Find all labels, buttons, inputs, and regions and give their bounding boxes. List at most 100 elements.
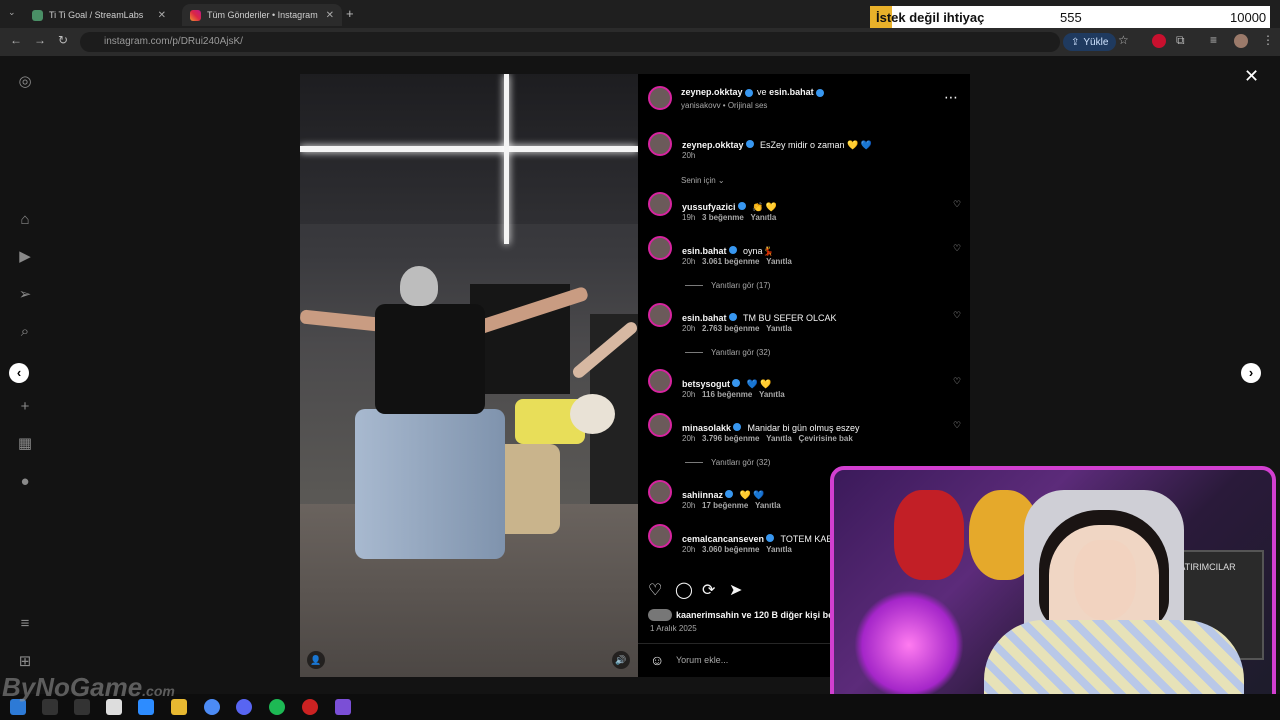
share-icon[interactable]: ➤ [729,580,742,600]
audio-label[interactable]: yanisakovv • Orijinal ses [681,101,767,110]
reply-button[interactable]: Yanıtla [755,501,781,510]
webcam-plush [894,490,964,580]
avatar[interactable] [648,132,672,156]
profile-avatar[interactable] [1234,34,1248,48]
goal-title: İstek değil ihtiyaç [876,10,985,25]
avatar[interactable] [648,524,672,548]
tagged-users-icon[interactable]: 👤 [307,651,325,669]
next-post-button[interactable]: › [1241,363,1261,383]
create-icon[interactable]: + [16,398,34,416]
comment-sort-dropdown[interactable]: Senin için ⌄ [681,176,725,185]
comment-like-icon[interactable]: ♡ [953,376,961,387]
search-icon[interactable]: ⌕ [16,323,34,341]
reels-icon[interactable]: ▶ [16,248,34,266]
avatar[interactable] [648,413,672,437]
reply-button[interactable]: Yanıtla [766,324,792,333]
emoji-picker-icon[interactable]: ☺ [650,652,664,668]
reply-button[interactable]: Yanıtla [759,390,785,399]
taskbar-app-icon[interactable] [335,699,351,715]
verified-badge-icon [766,533,775,542]
avatar[interactable] [648,480,672,504]
tab-instagram[interactable]: Tüm Gönderiler • Instagram ✕ [182,4,342,26]
comment-likes[interactable]: 3 beğenme [702,213,744,222]
comment-icon[interactable]: ◯ [675,580,693,600]
watermark-text: ByNoGame [2,672,143,702]
instagram-logo-icon[interactable]: ◎ [16,73,34,91]
obs-app-icon[interactable] [302,699,318,715]
comment-username[interactable]: esin.bahat [682,246,727,256]
chevron-down-icon: ⌄ [717,176,725,185]
comment-likes[interactable]: 3.060 beğenme [702,545,759,554]
comment-like-icon[interactable]: ♡ [953,420,961,431]
tab-search-chevron-icon[interactable]: ⌄ [8,7,16,18]
more-options-icon[interactable]: ⋯ [944,89,958,106]
extensions-puzzle-icon[interactable]: ⧉ [1176,33,1185,48]
dashboard-icon[interactable]: ▦ [16,435,34,453]
comment-like-icon[interactable]: ♡ [953,243,961,254]
avatar[interactable] [648,303,672,327]
coauthor-username[interactable]: esin.bahat [769,87,814,97]
tab-close-icon[interactable]: ✕ [158,10,166,21]
caption-username[interactable]: zeynep.okktay [682,140,744,150]
home-icon[interactable]: ⌂ [16,211,34,229]
avatar[interactable] [648,369,672,393]
comment-likes[interactable]: 2.763 beğenme [702,324,759,333]
avatar[interactable] [648,192,672,216]
comment-like-icon[interactable]: ♡ [953,310,961,321]
view-replies-button[interactable]: Yanıtları gör (32) [685,348,770,357]
bookmark-star-icon[interactable]: ☆ [1118,33,1129,47]
comment-likes[interactable]: 116 beğenme [702,390,752,399]
dancer-figure [400,266,438,306]
profile-nav-avatar[interactable]: ● [16,473,34,491]
previous-post-button[interactable]: ‹ [9,363,29,383]
like-icon[interactable]: ♡ [648,580,662,600]
messages-icon[interactable]: ➢ [16,286,34,304]
reading-list-icon[interactable]: ≡ [1210,33,1217,47]
meta-apps-icon[interactable]: ⊞ [16,653,34,671]
liked-by-text[interactable]: kaanerimsahin ve 120 B diğer kişi beğ [676,610,831,620]
comment-username[interactable]: esin.bahat [682,313,727,323]
comment-username[interactable]: minasolakk [682,423,731,433]
comment-username[interactable]: yussufyazici [682,202,736,212]
spotify-app-icon[interactable] [269,699,285,715]
back-button[interactable]: ← [10,33,22,47]
chrome-app-icon[interactable] [204,699,220,715]
comment-likes[interactable]: 3.061 beğenme [702,257,759,266]
url-input[interactable]: instagram.com/p/DRui240AjsK/ [80,32,1060,52]
view-replies-button[interactable]: Yanıtları gör (17) [685,281,770,290]
comment-text: Manidar bi gün olmuş eszey [747,423,860,433]
comment-username[interactable]: cemalcancanseven [682,534,764,544]
repost-icon[interactable]: ⟳ [702,580,715,600]
comment-username[interactable]: sahiinnaz [682,490,723,500]
author-username[interactable]: zeynep.okktay [681,87,743,97]
discord-app-icon[interactable] [236,699,252,715]
volume-icon[interactable]: 🔊 [612,651,630,669]
adblock-extension-icon[interactable] [1152,34,1166,48]
reply-button[interactable]: Yanıtla [766,545,792,554]
reply-button[interactable]: Yanıtla [766,257,792,266]
avatar[interactable] [648,86,672,110]
close-modal-icon[interactable]: ✕ [1244,66,1259,87]
comment-text: oyna💃 [742,246,774,256]
forward-button[interactable]: → [34,33,46,47]
reply-button[interactable]: Yanıtla [751,213,777,222]
avatar[interactable] [648,236,672,260]
comment-like-icon[interactable]: ♡ [953,199,961,210]
upload-button[interactable]: ⇪ Yükle [1063,33,1117,51]
tab-streamlabs[interactable]: Ti Ti Goal / StreamLabs ✕ [24,4,174,26]
comment-likes[interactable]: 17 beğenme [702,501,748,510]
browser-menu-icon[interactable]: ⋮ [1262,33,1274,47]
new-tab-button[interactable]: + [346,6,354,21]
verified-badge-icon [732,378,741,387]
comment-input[interactable]: Yorum ekle... [676,655,728,665]
reload-button[interactable]: ↻ [58,33,68,47]
comment-likes[interactable]: 3.796 beğenme [702,434,759,443]
verified-badge-icon [744,88,753,97]
post-video[interactable]: 👤 🔊 [300,74,638,677]
more-menu-icon[interactable]: ≡ [16,615,34,633]
translate-button[interactable]: Çevirisine bak [799,434,853,443]
tab-close-icon[interactable]: ✕ [326,10,334,21]
view-replies-button[interactable]: Yanıtları gör (32) [685,458,770,467]
reply-button[interactable]: Yanıtla [766,434,792,443]
comment-username[interactable]: betsysogut [682,379,730,389]
